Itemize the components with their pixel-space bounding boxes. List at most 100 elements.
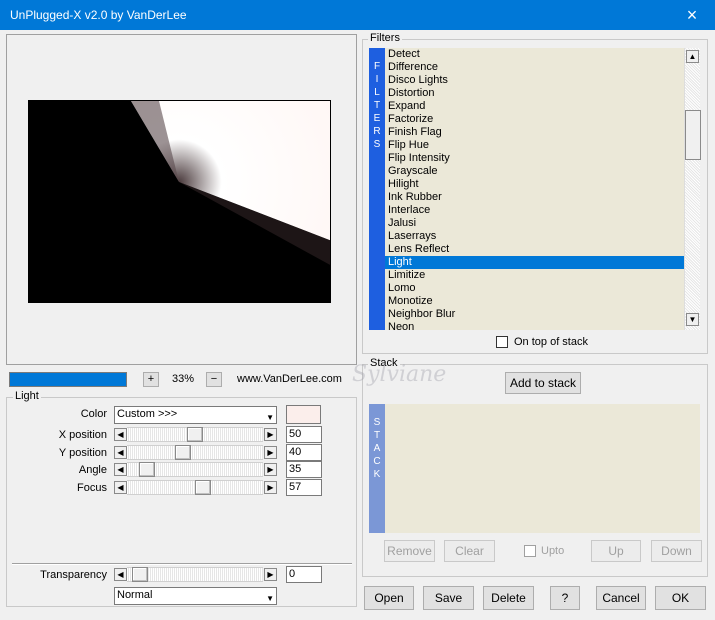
filters-scrollbar[interactable]: ▲ ▼ [684, 48, 701, 330]
preview-image [28, 100, 331, 303]
transparency-slider-thumb[interactable] [132, 567, 148, 582]
transparency-label: Transparency [40, 569, 107, 581]
transparency-slider[interactable] [127, 567, 263, 582]
filters-strip-letter: R [373, 126, 381, 137]
filter-list-item[interactable]: Lens Reflect [385, 243, 684, 256]
right-arrow-icon[interactable]: ▶ [264, 446, 277, 459]
on-top-label: On top of stack [514, 336, 588, 348]
filter-list-item[interactable]: Laserrays [385, 230, 684, 243]
watermark: Sylviane [352, 362, 447, 387]
on-top-checkbox[interactable] [496, 336, 508, 348]
scroll-thumb[interactable] [685, 110, 701, 160]
upto-checkbox[interactable] [524, 545, 536, 557]
param-slider[interactable] [127, 427, 263, 442]
color-label: Color [80, 408, 107, 420]
filter-list-item[interactable]: Difference [385, 61, 684, 74]
param-slider[interactable] [127, 462, 263, 477]
down-button[interactable]: Down [651, 540, 702, 562]
filter-list-item[interactable]: Finish Flag [385, 126, 684, 139]
scroll-down-icon[interactable]: ▼ [686, 313, 699, 326]
right-arrow-icon[interactable]: ▶ [264, 428, 277, 441]
save-button[interactable]: Save [423, 586, 474, 610]
filters-strip-letter: I [375, 74, 379, 85]
filter-list-item[interactable]: Distortion [385, 87, 684, 100]
right-arrow-icon[interactable]: ▶ [264, 463, 277, 476]
filter-list-item[interactable]: Interlace [385, 204, 684, 217]
param-slider[interactable] [127, 445, 263, 460]
param-slider-thumb[interactable] [195, 480, 211, 495]
delete-button[interactable]: Delete [483, 586, 534, 610]
transparency-field[interactable]: 0 [286, 566, 322, 583]
filter-list-item[interactable]: Limitize [385, 269, 684, 282]
filter-list-item[interactable]: Flip Intensity [385, 152, 684, 165]
left-arrow-icon[interactable]: ◀ [114, 481, 127, 494]
filters-strip-letter: E [373, 113, 381, 124]
title-bar: UnPlugged-X v2.0 by VanDerLee × [0, 0, 715, 30]
chevron-down-icon: ▼ [266, 413, 274, 422]
filter-list-item[interactable]: Detect [385, 48, 684, 61]
filter-list-item[interactable]: Grayscale [385, 165, 684, 178]
param-slider-thumb[interactable] [139, 462, 155, 477]
help-button[interactable]: ? [550, 586, 580, 610]
stack-strip-letter: T [373, 430, 381, 441]
filter-list-item[interactable]: Neon [385, 321, 684, 330]
up-button[interactable]: Up [591, 540, 641, 562]
filter-list-item[interactable]: Light [385, 256, 684, 269]
preview-panel [6, 34, 357, 365]
filter-list-item[interactable]: Disco Lights [385, 74, 684, 87]
left-arrow-icon[interactable]: ◀ [114, 446, 127, 459]
param-slider[interactable] [127, 480, 263, 495]
param-value-field[interactable]: 35 [286, 461, 322, 478]
filter-list-item[interactable]: Lomo [385, 282, 684, 295]
param-label: Focus [77, 482, 107, 494]
param-label: Y position [58, 447, 107, 459]
param-slider-thumb[interactable] [187, 427, 203, 442]
stack-strip-letter: C [373, 456, 381, 467]
add-to-stack-button[interactable]: Add to stack [505, 372, 581, 394]
scroll-up-icon[interactable]: ▲ [686, 50, 699, 63]
zoom-in-button[interactable]: + [143, 372, 159, 387]
right-arrow-icon[interactable]: ▶ [264, 481, 277, 494]
stack-strip-letter: S [373, 417, 381, 428]
blend-mode-value: Normal [117, 589, 153, 601]
param-value-field[interactable]: 57 [286, 479, 322, 496]
website-link[interactable]: www.VanDerLee.com [237, 373, 342, 385]
color-swatch[interactable] [286, 405, 321, 424]
cancel-button[interactable]: Cancel [596, 586, 646, 610]
blend-mode-select[interactable]: Normal ▼ [114, 587, 277, 605]
filter-list-item[interactable]: Ink Rubber [385, 191, 684, 204]
chevron-down-icon: ▼ [266, 594, 274, 603]
stack-strip-letter: K [373, 469, 381, 480]
open-button[interactable]: Open [364, 586, 414, 610]
close-icon[interactable]: × [669, 0, 715, 30]
param-value-field[interactable]: 40 [286, 444, 322, 461]
remove-button[interactable]: Remove [384, 540, 435, 562]
zoom-out-button[interactable]: − [206, 372, 222, 387]
filters-strip-letter: F [373, 61, 381, 72]
param-value-field[interactable]: 50 [286, 426, 322, 443]
color-select[interactable]: Custom >>> ▼ [114, 406, 277, 424]
stack-strip-letter: A [373, 443, 381, 454]
left-arrow-icon[interactable]: ◀ [114, 463, 127, 476]
stack-list[interactable] [385, 404, 700, 533]
left-arrow-icon[interactable]: ◀ [114, 428, 127, 441]
filter-list-item[interactable]: Monotize [385, 295, 684, 308]
filter-list-item[interactable]: Flip Hue [385, 139, 684, 152]
upto-label: Upto [541, 545, 565, 557]
param-label: X position [58, 429, 107, 441]
filter-list-item[interactable]: Jalusi [385, 217, 684, 230]
filters-list[interactable]: Detect Difference Disco Lights Distortion Ex… [385, 48, 684, 330]
filter-list-item[interactable]: Neighbor Blur [385, 308, 684, 321]
filters-strip-letter: S [373, 139, 381, 150]
clear-button[interactable]: Clear [444, 540, 495, 562]
filter-list-item[interactable]: Factorize [385, 113, 684, 126]
ok-button[interactable]: OK [655, 586, 706, 610]
transparency-right-arrow-icon[interactable]: ▶ [264, 568, 277, 581]
filters-strip: FILTERS [369, 48, 385, 330]
window-title: UnPlugged-X v2.0 by VanDerLee [10, 8, 187, 22]
filter-list-item[interactable]: Hilight [385, 178, 684, 191]
param-slider-thumb[interactable] [175, 445, 191, 460]
transparency-left-arrow-icon[interactable]: ◀ [114, 568, 127, 581]
param-label: Angle [78, 464, 107, 476]
filter-list-item[interactable]: Expand [385, 100, 684, 113]
